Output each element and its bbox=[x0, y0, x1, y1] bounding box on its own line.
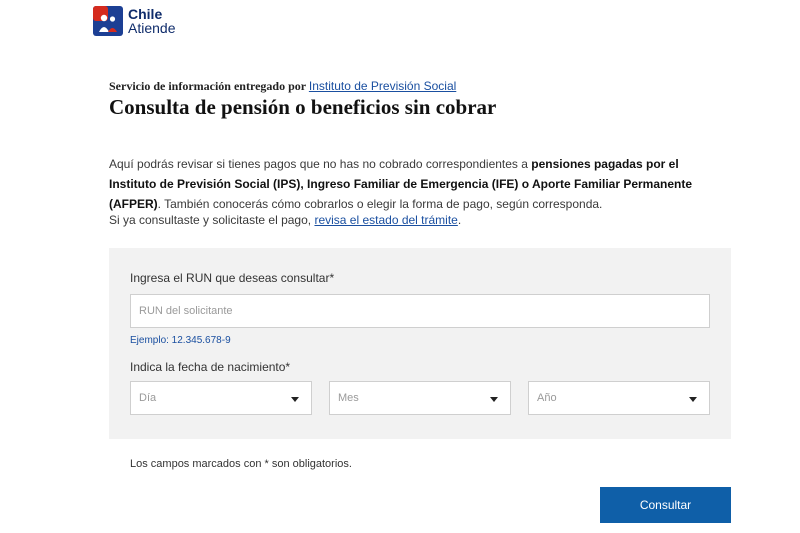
year-select[interactable]: Año bbox=[528, 381, 710, 415]
intro-paragraph: Aquí podrás revisar si tienes pagos que … bbox=[109, 154, 729, 214]
run-label: Ingresa el RUN que deseas consultar* bbox=[130, 271, 335, 285]
status-paragraph: Si ya consultaste y solicitaste el pago,… bbox=[109, 213, 461, 227]
month-value: Mes bbox=[338, 392, 359, 404]
status-text-a: Si ya consultaste y solicitaste el pago, bbox=[109, 213, 315, 227]
form-panel: Ingresa el RUN que deseas consultar* Eje… bbox=[109, 248, 731, 439]
logo-icon bbox=[93, 6, 123, 36]
logo-line1: Chile bbox=[128, 6, 163, 22]
chileatiende-logo[interactable]: Chile Atiende bbox=[93, 6, 175, 36]
year-value: Año bbox=[537, 392, 557, 404]
required-fields-note: Los campos marcados con * son obligatori… bbox=[130, 458, 352, 470]
ips-link[interactable]: Instituto de Previsión Social bbox=[309, 79, 456, 93]
intro-text-c: . También conocerás cómo cobrarlos o ele… bbox=[157, 197, 603, 211]
day-select[interactable]: Día bbox=[130, 381, 312, 415]
submit-button[interactable]: Consultar bbox=[600, 487, 731, 523]
birthdate-label: Indica la fecha de nacimiento* bbox=[130, 360, 291, 374]
logo-line2: Atiende bbox=[128, 20, 176, 36]
run-input[interactable] bbox=[130, 294, 710, 328]
status-text-b: . bbox=[457, 213, 462, 227]
chevron-down-icon bbox=[490, 397, 498, 402]
status-link[interactable]: revisa el estado del trámite bbox=[314, 213, 457, 227]
intro-text-a: Aquí podrás revisar si tienes pagos que … bbox=[109, 157, 532, 171]
month-select[interactable]: Mes bbox=[329, 381, 511, 415]
chevron-down-icon bbox=[291, 397, 299, 402]
chevron-down-icon bbox=[689, 397, 697, 402]
service-provider: Servicio de información entregado por In… bbox=[109, 79, 456, 94]
day-value: Día bbox=[139, 392, 157, 404]
service-prefix: Servicio de información entregado por bbox=[109, 79, 306, 93]
run-hint: Ejemplo: 12.345.678-9 bbox=[130, 335, 231, 346]
page-title: Consulta de pensión o beneficios sin cob… bbox=[109, 95, 497, 119]
